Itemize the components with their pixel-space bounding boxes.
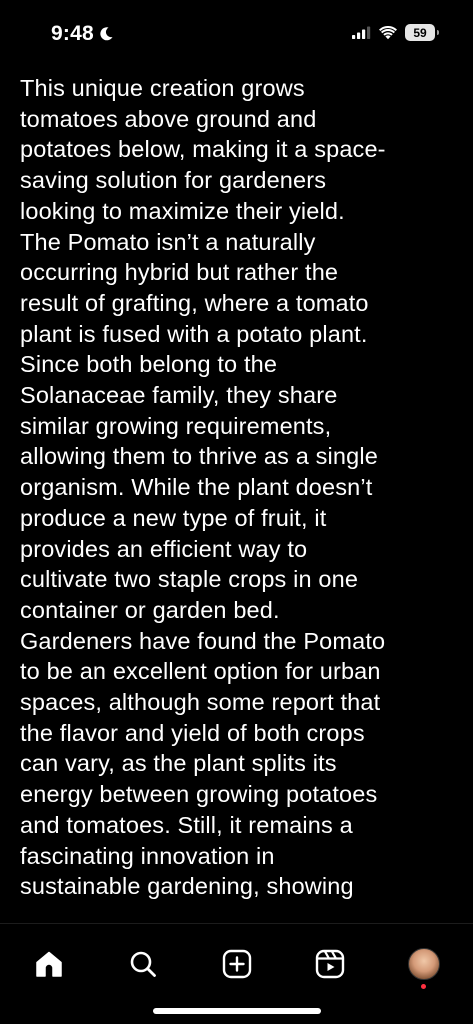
paragraph-2: The Pomato isn’t a naturally occurring h… [20,228,378,623]
time-label: 9:48 [51,22,94,45]
battery-icon: 59 [405,24,439,41]
paragraph-3: Gardeners have found the Pomato to be an… [20,627,386,900]
notification-dot [421,984,426,989]
article-text: This unique creation grows tomatoes abov… [20,73,460,923]
profile-avatar [408,948,440,980]
home-indicator[interactable] [153,1008,321,1014]
paragraph-1: This unique creation grows tomatoes abov… [20,75,386,224]
home-icon [36,951,62,977]
moon-icon [100,27,113,41]
nav-reels-button[interactable] [302,936,358,992]
reels-icon [315,949,345,979]
nav-search-button[interactable] [115,936,171,992]
status-icons: 59 [352,24,439,41]
nav-profile-button[interactable] [396,936,452,992]
wifi-icon [379,25,397,39]
search-icon [130,951,156,977]
nav-create-button[interactable] [209,936,265,992]
battery-level: 59 [413,25,427,40]
nav-home-button[interactable] [21,936,77,992]
cellular-signal-icon [352,26,371,39]
create-plus-icon [222,949,252,979]
status-time: 9:48 [51,22,114,46]
status-bar: 9:48 59 [0,0,473,70]
